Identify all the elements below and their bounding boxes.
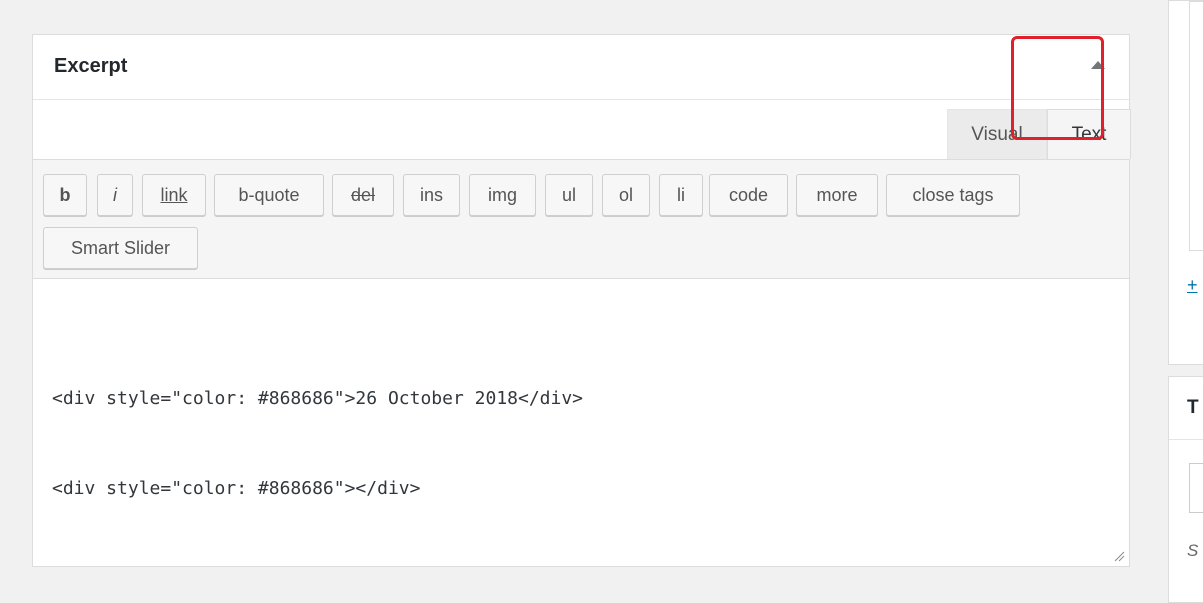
- text-tab-highlight: [1011, 36, 1104, 140]
- sidebar-inner-panel: [1189, 1, 1203, 251]
- li-button[interactable]: li: [659, 174, 703, 216]
- editor-area: b i link b-quote del ins img ul ol li co…: [33, 159, 1129, 566]
- del-button[interactable]: del: [332, 174, 394, 216]
- content-line: <div style="color: #868686"></div>: [52, 478, 421, 499]
- sidebar-note: S: [1187, 541, 1199, 560]
- excerpt-metabox: Excerpt Visual Text b i link b-quote del…: [32, 34, 1131, 567]
- bold-button[interactable]: b: [43, 174, 87, 216]
- ol-button[interactable]: ol: [602, 174, 650, 216]
- content-line: <div style="color: #868686">26 October 2…: [52, 388, 584, 409]
- sidebar-box-2: T S: [1168, 376, 1203, 603]
- close-tags-button[interactable]: close tags: [886, 174, 1020, 216]
- ul-button[interactable]: ul: [545, 174, 593, 216]
- smart-slider-button[interactable]: Smart Slider: [43, 227, 198, 269]
- italic-button[interactable]: i: [97, 174, 133, 216]
- excerpt-title: Excerpt: [54, 55, 128, 77]
- excerpt-header[interactable]: Excerpt: [33, 35, 1129, 100]
- divider: [1169, 439, 1203, 440]
- code-button[interactable]: code: [709, 174, 788, 216]
- sidebar-input[interactable]: [1189, 463, 1203, 513]
- sidebar-box-title: T: [1187, 397, 1199, 418]
- blockquote-button[interactable]: b-quote: [214, 174, 324, 216]
- ins-button[interactable]: ins: [403, 174, 460, 216]
- resize-handle-icon[interactable]: [1113, 550, 1125, 562]
- sidebar-box: +: [1168, 0, 1203, 365]
- sidebar-add-link[interactable]: +: [1187, 275, 1198, 296]
- link-button[interactable]: link: [142, 174, 206, 216]
- img-button[interactable]: img: [469, 174, 536, 216]
- excerpt-textarea[interactable]: <div style="color: #868686">26 October 2…: [52, 324, 1109, 564]
- quicktags-toolbar: b i link b-quote del ins img ul ol li co…: [33, 159, 1129, 279]
- more-button[interactable]: more: [796, 174, 878, 216]
